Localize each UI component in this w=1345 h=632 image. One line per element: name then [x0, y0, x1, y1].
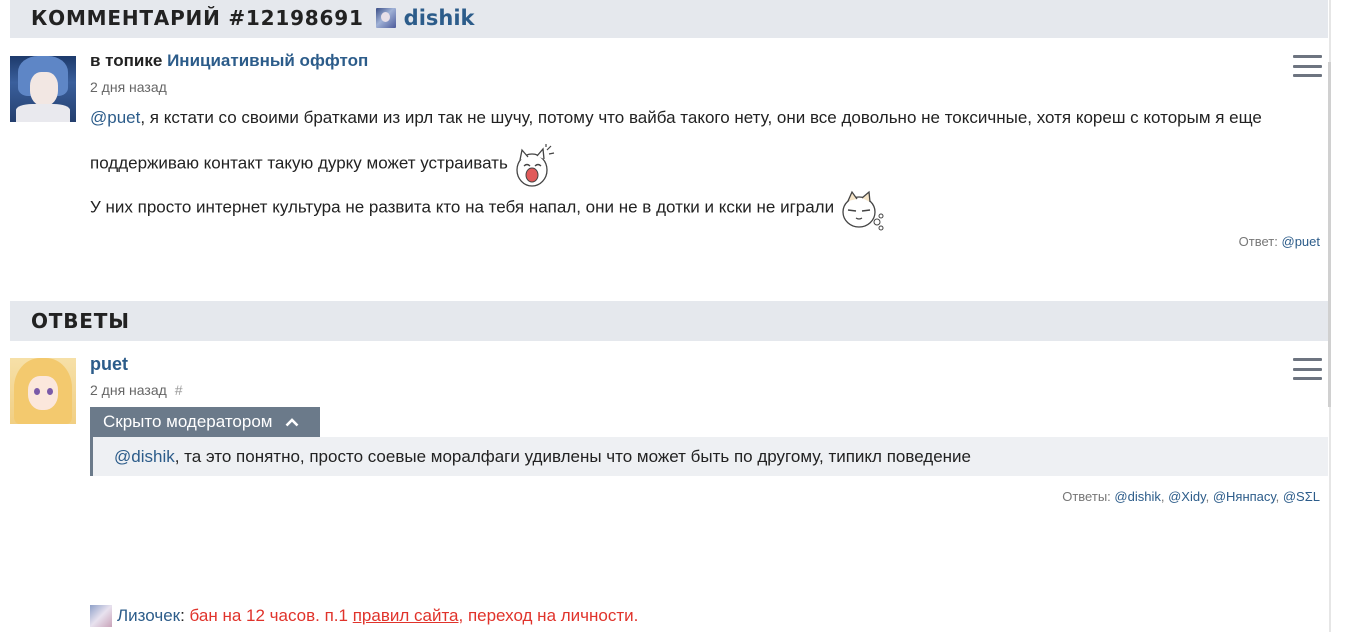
hidden-by-moderator-toggle[interactable]: Скрыто модератором — [90, 407, 320, 437]
author-avatar-small[interactable] — [375, 8, 396, 28]
hidden-label: Скрыто модератором — [103, 412, 273, 431]
ban-text: бан на 12 часов. п.1 — [184, 606, 353, 625]
hamburger-menu-icon[interactable] — [1293, 358, 1323, 380]
comment-line-1: @puet, я кстати со своими братками из ир… — [90, 108, 1262, 128]
avatar[interactable] — [10, 358, 76, 424]
answer-link[interactable]: @dishik — [1114, 489, 1160, 504]
moderator-name[interactable]: Лизочек — [117, 606, 180, 626]
moderator-avatar[interactable] — [90, 605, 112, 627]
author-link[interactable]: dishik — [404, 6, 475, 30]
comment-text: поддерживаю контакт такую дурку может ус… — [90, 153, 508, 173]
reply-author-link[interactable]: puet — [90, 354, 128, 375]
topic-line: в топике Инициативный оффтоп — [90, 51, 368, 71]
comment-text: У них просто интернет культура не развит… — [90, 197, 835, 217]
comment-line-3: У них просто интернет культура не развит… — [90, 188, 884, 231]
topic-prefix: в топике — [90, 51, 163, 70]
mention-link[interactable]: @dishik — [114, 447, 175, 467]
comment-header: КОММЕНТАРИЙ #12198691 dishik — [10, 0, 1328, 38]
ban-reason: , переход на личности. — [458, 606, 639, 625]
answers-header: ОТВЕТЫ — [10, 301, 1328, 341]
chevron-up-icon — [285, 418, 298, 427]
answers-header-title: ОТВЕТЫ — [31, 309, 130, 333]
comment-line-2: поддерживаю контакт такую дурку может ус… — [90, 144, 554, 187]
comment-text: , я кстати со своими братками из ирл так… — [140, 108, 1262, 127]
reply-to: Ответ: @puet — [1239, 234, 1320, 249]
mention-link[interactable]: @puet — [90, 108, 140, 127]
laughing-cat-sticker-icon — [513, 144, 554, 187]
reply-date-line: 2 дня назад # — [90, 382, 183, 398]
reply-to-label: Ответ: — [1238, 234, 1278, 249]
answer-link[interactable]: @Нянпасу — [1213, 489, 1276, 504]
sleepy-cat-sticker-icon — [839, 188, 884, 231]
avatar[interactable] — [10, 56, 76, 122]
page: КОММЕНТАРИЙ #12198691 dishik в топике Ин… — [0, 0, 1345, 632]
comment-date: 2 дня назад — [90, 79, 167, 95]
comment-author[interactable]: dishik — [375, 6, 475, 30]
reply-text: , та это понятно, просто соевые моралфаг… — [174, 446, 971, 466]
hamburger-menu-icon[interactable] — [1293, 55, 1323, 77]
hidden-comment-body: @dishik, та это понятно, просто соевые м… — [90, 437, 1328, 476]
answers-label: Ответы: — [1062, 489, 1111, 504]
permalink-hash[interactable]: # — [175, 382, 183, 398]
answer-link[interactable]: @Xidy — [1168, 489, 1206, 504]
rules-link[interactable]: правил сайта — [353, 606, 459, 626]
comment-header-title: КОММЕНТАРИЙ #12198691 — [31, 6, 364, 30]
ban-notice: Лизочек: бан на 12 часов. п.1 правил сай… — [90, 605, 638, 627]
reply-to-link[interactable]: @puet — [1282, 234, 1321, 249]
answers-list: Ответы: @dishik, @Xidy, @Нянпасу, @SΣL — [1062, 489, 1320, 504]
answer-link[interactable]: @SΣL — [1283, 489, 1320, 504]
topic-link[interactable]: Инициативный оффтоп — [167, 51, 368, 70]
reply-date: 2 дня назад — [90, 382, 167, 398]
scrollbar[interactable] — [1328, 0, 1345, 632]
